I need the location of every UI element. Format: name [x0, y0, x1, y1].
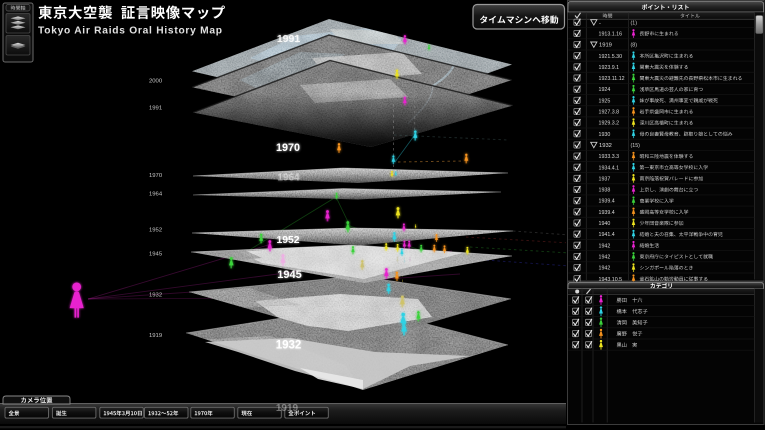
- svg-text:1929.3.2: 1929.3.2: [599, 121, 620, 127]
- svg-text:1940: 1940: [599, 221, 611, 227]
- svg-text:1938: 1938: [599, 188, 611, 194]
- svg-text:1942: 1942: [599, 254, 611, 260]
- svg-text:(1): (1): [631, 20, 638, 26]
- svg-text:1923.9.1: 1923.9.1: [599, 65, 620, 71]
- svg-text:1919: 1919: [599, 43, 612, 49]
- svg-text:1952: 1952: [149, 228, 162, 234]
- svg-text:1924: 1924: [599, 87, 611, 93]
- svg-text:1933.3.3: 1933.3.3: [599, 154, 620, 160]
- svg-text:1945: 1945: [149, 252, 163, 258]
- svg-text:1945: 1945: [277, 269, 301, 281]
- svg-text:1932: 1932: [276, 340, 302, 352]
- svg-text:1934.4.1: 1934.4.1: [599, 165, 620, 171]
- svg-text:1927.3.8: 1927.3.8: [599, 110, 620, 116]
- svg-text:1964: 1964: [149, 192, 163, 198]
- svg-text:1942: 1942: [599, 266, 611, 272]
- svg-text:1932: 1932: [599, 143, 612, 149]
- svg-text:1919: 1919: [149, 333, 162, 339]
- svg-text:1942: 1942: [599, 243, 611, 249]
- svg-text:1991: 1991: [277, 33, 301, 45]
- svg-text:2000: 2000: [149, 79, 163, 85]
- svg-text:-: -: [599, 20, 601, 26]
- svg-text:1939.4: 1939.4: [599, 210, 615, 216]
- svg-text:(8): (8): [631, 43, 638, 49]
- svg-text:1970: 1970: [149, 173, 163, 179]
- svg-text:1930: 1930: [599, 132, 611, 138]
- svg-text:1919: 1919: [276, 403, 299, 414]
- svg-text:1913.1.16: 1913.1.16: [599, 31, 623, 37]
- svg-text:1964: 1964: [277, 173, 300, 184]
- svg-text:1991: 1991: [149, 106, 162, 112]
- svg-text:1923.11.12: 1923.11.12: [599, 76, 625, 82]
- svg-text:1939.4: 1939.4: [599, 199, 615, 205]
- svg-text:1970: 1970: [276, 142, 300, 154]
- svg-text:1921.5.30: 1921.5.30: [599, 54, 623, 60]
- svg-text:Tokyo Air Raids Oral History M: Tokyo Air Raids Oral History Map: [38, 26, 223, 37]
- svg-text:1952: 1952: [276, 235, 299, 246]
- svg-text:(15): (15): [631, 143, 641, 149]
- svg-text:1937: 1937: [599, 176, 611, 182]
- svg-text:1932: 1932: [149, 293, 162, 299]
- svg-text:1941.4: 1941.4: [599, 232, 615, 238]
- svg-text:1925: 1925: [599, 98, 611, 104]
